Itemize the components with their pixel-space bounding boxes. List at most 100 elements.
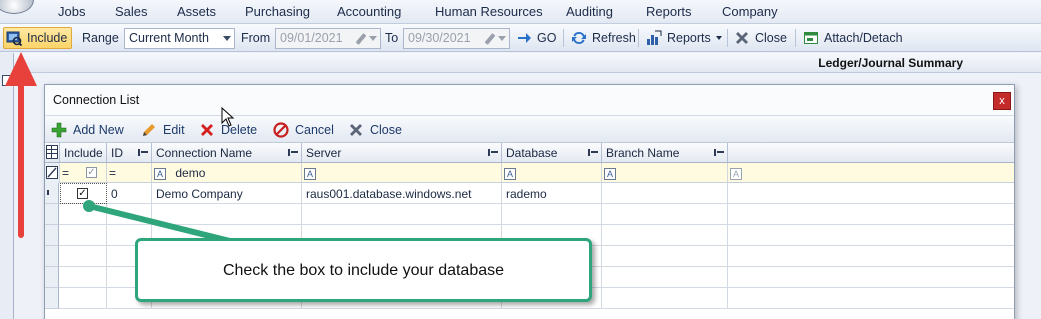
toolbar-close-button[interactable]: Close [734,24,787,52]
include-cell[interactable]: ✓ [60,183,107,204]
report-header-bar: Ledger/Journal Summary [14,53,1041,73]
pin-icon[interactable] [488,149,498,156]
empty-cell [60,288,107,309]
refresh-button[interactable]: Refresh [571,24,636,52]
go-button[interactable]: GO [516,24,556,52]
column-header-id[interactable]: ID [107,143,152,163]
text-filter-icon[interactable]: A [154,167,166,180]
to-date-field[interactable]: 09/30/2021 [403,28,510,49]
menu-human-resources[interactable]: Human Resources [435,4,543,19]
filter-clear-icon[interactable] [46,166,58,179]
attach-detach-button[interactable]: Attach/Detach [803,24,903,52]
empty-cell [602,204,728,225]
range-select[interactable]: Current Month [124,28,235,49]
attach-detach-label: Attach/Detach [824,31,903,45]
callout-text: Check the box to include your database [222,262,505,279]
database-cell[interactable]: rademo [502,183,602,204]
empty-cell [602,246,728,267]
empty-cell [60,246,107,267]
column-header-label: Connection Name [156,146,253,160]
cancel-icon [273,122,289,138]
pin-icon[interactable] [714,149,724,156]
filter-database[interactable]: A [502,163,602,183]
column-header-empty [728,143,1014,163]
column-header-label: ID [111,146,123,160]
menu-accounting[interactable]: Accounting [337,4,401,19]
dialog-close-button[interactable]: x [993,92,1011,110]
server-cell[interactable]: raus001.database.windows.net [302,183,502,204]
menu-assets[interactable]: Assets [177,4,216,19]
report-title: Ledger/Journal Summary [818,56,963,70]
connection-name-cell[interactable]: Demo Company [152,183,302,204]
from-date-field[interactable]: 09/01/2021 [275,28,381,49]
app-menu-button[interactable] [0,0,34,14]
text-filter-icon[interactable]: A [604,167,616,180]
row-selector [45,267,59,288]
empty-cell [602,288,728,309]
edit-button[interactable]: Edit [141,116,185,144]
pencil-icon [355,33,367,45]
menu-company[interactable]: Company [722,4,778,19]
toolbar-separator [795,29,796,47]
menu-sales[interactable]: Sales [115,4,148,19]
text-filter-icon: A [730,167,742,180]
main-menu-bar: Jobs Sales Assets Purchasing Accounting … [0,0,1041,24]
current-row-icon [47,190,56,195]
toolbar-separator [563,29,564,47]
filter-branch-name[interactable]: A [602,163,728,183]
menu-purchasing[interactable]: Purchasing [245,4,310,19]
dialog-close-toolbar-button[interactable]: Close [348,116,402,144]
include-checkbox[interactable]: ✓ [77,188,88,199]
row-selector [45,225,59,246]
row-selector[interactable] [45,183,59,204]
pin-icon[interactable] [588,149,598,156]
column-header-branch-name[interactable]: Branch Name [602,143,728,163]
include-button[interactable]: Include [3,27,73,49]
close-label: Close [370,123,402,137]
filter-operator[interactable]: = [62,166,69,180]
menu-jobs[interactable]: Jobs [58,4,85,19]
close-icon [734,30,750,46]
id-cell[interactable]: 0 [107,183,152,204]
cell-text: 0 [111,187,118,201]
column-header-include[interactable]: Include [60,143,107,163]
column-header-server[interactable]: Server [302,143,502,163]
filter-row-header [45,163,60,183]
arrow-right-icon [516,30,532,46]
filter-include-checkbox[interactable]: ✓ [86,167,97,178]
add-new-button[interactable]: Add New [51,116,124,144]
dialog-toolbar: Add New Edit Delete Cancel Close [45,115,1014,143]
row-selector [45,246,59,267]
chevron-down-icon [223,36,231,41]
text-filter-icon[interactable]: A [504,167,516,180]
column-header-connection-name[interactable]: Connection Name [152,143,302,163]
menu-reports[interactable]: Reports [646,4,692,19]
pin-icon[interactable] [138,149,148,156]
grid-settings-icon[interactable] [2,75,12,86]
grid-corner-button[interactable] [45,143,60,163]
filter-include[interactable]: = ✓ [60,163,107,183]
filter-id[interactable]: = [107,163,152,183]
filter-connection-name[interactable]: A demo [152,163,302,183]
reports-dropdown-button[interactable]: Reports [646,24,722,52]
include-label: Include [27,31,68,45]
column-header-database[interactable]: Database [502,143,602,163]
toolbar-separator [727,29,728,47]
filter-operator[interactable]: = [109,166,116,180]
filter-connection-name-value[interactable]: demo [175,166,205,180]
include-icon [6,30,23,47]
go-label: GO [537,31,557,45]
branch-name-cell[interactable] [602,183,728,204]
pin-icon[interactable] [288,149,298,156]
cell-text: rademo [506,187,547,201]
menu-auditing[interactable]: Auditing [566,4,613,19]
table-row[interactable]: ✓ 0 Demo Company raus001.database.window… [45,183,1014,204]
from-date-value: 09/01/2021 [280,31,343,45]
dialog-title-bar[interactable]: Connection List x [45,85,1014,115]
cancel-button[interactable]: Cancel [273,116,334,144]
to-label: To [385,31,399,45]
empty-cell [302,204,502,225]
text-filter-icon[interactable]: A [304,167,316,180]
filter-row: = ✓ = A demo A A A A [45,163,1014,183]
filter-server[interactable]: A [302,163,502,183]
